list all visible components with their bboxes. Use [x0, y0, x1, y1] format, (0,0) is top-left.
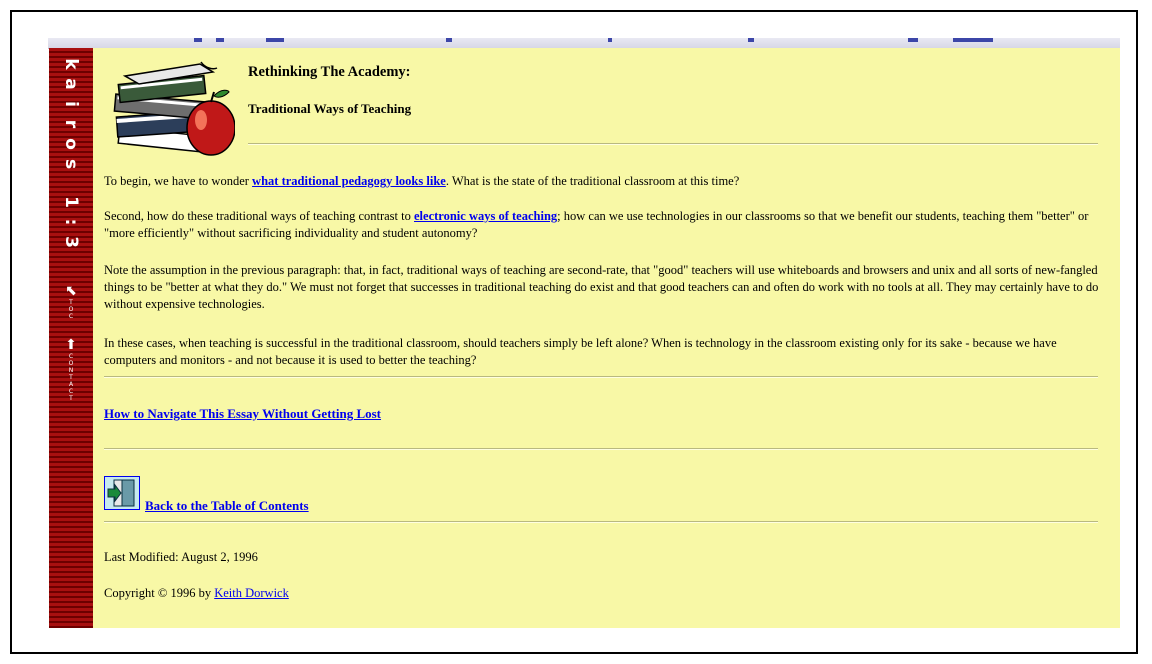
navigate-essay-link[interactable]: How to Navigate This Essay Without Getti…	[104, 406, 381, 422]
last-modified: Last Modified: August 2, 1996	[104, 550, 258, 564]
nav-label-letter: N	[68, 367, 74, 374]
brand-letter: 3	[61, 236, 81, 248]
paragraph-1: To begin, we have to wonder what traditi…	[104, 174, 740, 188]
traditional-pedagogy-link[interactable]: what traditional pedagogy looks like	[252, 174, 446, 188]
nav-label-letter: T	[69, 299, 73, 306]
nav-label-letter: C	[68, 353, 74, 360]
toc-label: TOC	[52, 299, 90, 320]
nav-label-letter: C	[68, 388, 74, 395]
kairos-sidebar: kairos1:3 ⬉ TOC ⬆ CONTACT	[49, 48, 93, 628]
section-divider-3	[104, 521, 1098, 523]
contact-nav-button[interactable]: ⬆ CONTACT	[52, 338, 90, 402]
kairos-logo-text: kairos1:3	[49, 54, 93, 252]
electronic-teaching-link[interactable]: electronic ways of teaching	[414, 209, 557, 223]
nav-label-letter: A	[68, 381, 74, 388]
books-and-apple-icon	[113, 61, 235, 156]
toc-arrow-icon: ⬉	[65, 283, 77, 299]
copyright: Copyright © 1996 by Keith Dorwick	[104, 586, 289, 600]
paragraph-3: Note the assumption in the previous para…	[104, 263, 1099, 311]
nav-label-letter: O	[68, 360, 74, 367]
paragraph-4: In these cases, when teaching is success…	[104, 336, 1057, 367]
paragraph-2: Second, how do these traditional ways of…	[104, 209, 1089, 240]
nav-label-letter: T	[69, 374, 73, 381]
page-subtitle: Traditional Ways of Teaching	[248, 101, 412, 116]
exit-door-icon[interactable]	[104, 476, 140, 510]
toc-nav-button[interactable]: ⬉ TOC	[52, 284, 90, 320]
contact-label: CONTACT	[52, 353, 90, 402]
page-title: Rethinking The Academy:	[248, 64, 411, 80]
title-divider	[248, 143, 1098, 145]
nav-label-letter: O	[68, 306, 74, 313]
back-to-toc-link[interactable]: Back to the Table of Contents	[145, 498, 309, 514]
section-divider-2	[104, 448, 1098, 450]
contact-arrow-icon: ⬆	[65, 337, 77, 353]
nav-label-letter: T	[69, 395, 73, 402]
author-link[interactable]: Keith Dorwick	[214, 586, 289, 600]
section-divider-1	[104, 376, 1098, 378]
page-content: Rethinking The Academy: Traditional Ways…	[93, 48, 1120, 628]
nav-label-letter: C	[68, 313, 74, 320]
